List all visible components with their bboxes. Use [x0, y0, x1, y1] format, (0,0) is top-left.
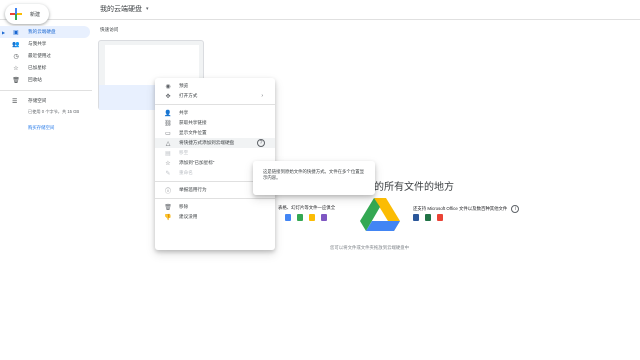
star-icon: ☆: [165, 160, 171, 167]
menu-item-not-helpful[interactable]: 👎 建议没用: [155, 212, 275, 222]
star-icon: ☆: [13, 65, 19, 72]
drive-icon: ▣: [13, 29, 19, 36]
page-title-label: 我的云端硬盘: [100, 6, 142, 13]
quick-access-heading: 快速访问: [100, 27, 119, 32]
storage-icon: ☰: [12, 98, 18, 105]
folder-icon: ▭: [165, 130, 171, 137]
menu-item-move-to: ▤ 移至: [155, 148, 275, 158]
sidebar-item-label: 回收站: [28, 77, 42, 82]
pencil-icon: ✎: [165, 170, 171, 177]
sidebar-item-label: 与我共享: [28, 41, 47, 46]
sidebar-item-storage[interactable]: ☰ 存储空间: [0, 95, 92, 107]
menu-item-share[interactable]: 👤 共享: [155, 108, 275, 118]
open-with-icon: ✥: [165, 93, 171, 100]
feature-right-label: 还支持 Microsoft Office 文件以及数百种其他文件: [413, 206, 508, 211]
sidebar-item-shared[interactable]: 👥 与我共享: [0, 38, 92, 50]
plus-icon: [10, 8, 22, 20]
trash-icon: 🗑: [12, 77, 20, 84]
page-title[interactable]: 我的云端硬盘 ▾: [100, 4, 149, 14]
menu-item-show-location[interactable]: ▭ 显示文件位置: [155, 128, 275, 138]
word-icon: [413, 214, 419, 221]
report-icon: ⓘ: [164, 188, 171, 195]
thumb-down-icon: 👎: [164, 214, 172, 221]
forms-icon: [321, 214, 327, 221]
empty-state-title: 的所有文件的地方: [374, 182, 454, 193]
move-icon: ▤: [165, 150, 171, 157]
shortcut-drive-icon: △: [165, 140, 171, 147]
sidebar-item-label: 最近使用过: [28, 53, 51, 58]
menu-item-open-with[interactable]: ✥ 打开方式 ›: [155, 91, 275, 101]
menu-item-remove[interactable]: 🗑 移除: [155, 202, 275, 212]
info-icon[interactable]: i: [511, 205, 520, 213]
sidebar-item-label: 已加星标: [28, 65, 47, 70]
feature-text-left: 表格、幻灯片等文件一应俱全: [278, 205, 336, 210]
google-drive-logo-icon: [360, 198, 400, 231]
share-person-icon: 👤: [164, 110, 172, 117]
menu-item-add-shortcut[interactable]: △ 将快捷方式添加到云端硬盘 ?: [155, 138, 275, 148]
link-icon: ⛓: [164, 120, 172, 127]
top-bar: 我的云端硬盘 ▾: [0, 0, 640, 20]
pdf-icon: [437, 214, 443, 221]
new-button[interactable]: 新建: [5, 4, 49, 24]
help-icon[interactable]: ?: [257, 139, 265, 147]
menu-item-label: 移除: [179, 204, 189, 209]
menu-item-label: 建议没用: [179, 214, 198, 219]
menu-item-label: 将快捷方式添加到云端硬盘: [179, 140, 235, 145]
docs-icon: [285, 214, 291, 221]
storage-label: 存储空间: [28, 98, 47, 103]
upload-hint-text: 您可以将文件或文件夹拖放到云端硬盘中: [330, 245, 410, 250]
menu-item-label: 获取共享链接: [179, 120, 207, 125]
storage-usage-text: 已使用 0 个字节，共 15 GB: [28, 109, 80, 114]
menu-item-label: 打开方式: [179, 93, 198, 98]
slides-icon: [309, 214, 315, 221]
shared-icon: 👥: [12, 41, 20, 48]
sidebar-item-my-drive[interactable]: ▶ ▣ 我的云端硬盘: [0, 26, 90, 38]
clock-icon: ◷: [13, 53, 19, 60]
buy-storage-link[interactable]: 购买存储空间: [0, 125, 92, 131]
submenu-arrow-icon: ›: [261, 93, 263, 99]
trash-icon: 🗑: [164, 204, 172, 211]
menu-item-label: 预览: [179, 83, 189, 88]
sidebar-item-starred[interactable]: ☆ 已加星标: [0, 62, 92, 74]
sidebar-item-recent[interactable]: ◷ 最近使用过: [0, 50, 92, 62]
menu-divider: [155, 198, 275, 199]
excel-icon: [425, 214, 431, 221]
menu-item-label: 添加到"已加星标": [179, 160, 215, 165]
chevron-down-icon: ▾: [146, 6, 149, 12]
sidebar-item-label: 我的云端硬盘: [28, 29, 56, 34]
sheets-icon: [297, 214, 303, 221]
shortcut-help-tooltip: 这是链接到原始文件的快捷方式。文件在多个位置显示内容。: [253, 161, 375, 195]
new-button-label: 新建: [30, 11, 41, 18]
sidebar-divider: [0, 90, 92, 91]
sidebar: ▶ ▣ 我的云端硬盘 👥 与我共享 ◷ 最近使用过 ☆ 已加星标 🗑 回收站 ☰…: [0, 26, 92, 131]
menu-item-label: 共享: [179, 110, 189, 115]
menu-item-label: 显示文件位置: [179, 130, 207, 135]
menu-item-label: 移至: [179, 150, 189, 155]
menu-item-get-link[interactable]: ⛓ 获取共享链接: [155, 118, 275, 128]
menu-item-label: 举报滥用行为: [179, 187, 207, 192]
menu-item-preview[interactable]: ◉ 预览: [155, 81, 275, 91]
menu-divider: [155, 104, 275, 105]
feature-text-right: 还支持 Microsoft Office 文件以及数百种其他文件 i: [413, 205, 520, 213]
expand-arrow-icon[interactable]: ▶: [2, 30, 5, 35]
sidebar-item-trash[interactable]: 🗑 回收站: [0, 74, 92, 86]
menu-item-label: 重命名: [179, 170, 193, 175]
eye-icon: ◉: [165, 83, 171, 90]
